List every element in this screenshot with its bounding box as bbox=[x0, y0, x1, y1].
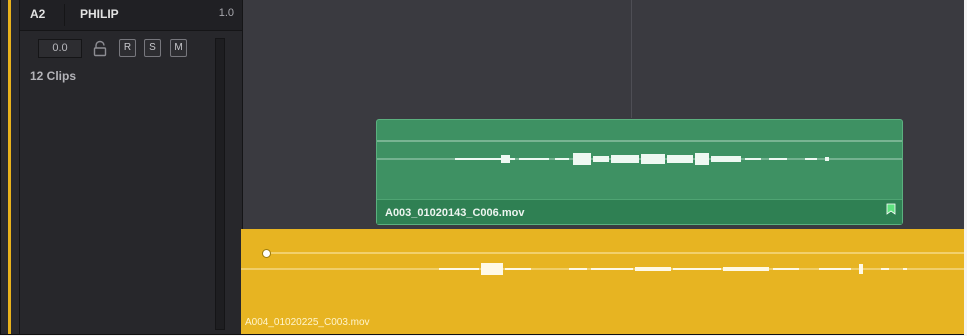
waveform bbox=[377, 140, 902, 165]
clip-count: 12 Clips bbox=[30, 69, 77, 83]
clip-name: A004_01020225_C003.mov bbox=[245, 317, 370, 328]
track-header-title-bar: A2 PHILIP 1.0 bbox=[20, 0, 242, 31]
timeline-window: A2 PHILIP 1.0 0.0 R S M 12 Clips A003_01… bbox=[0, 0, 964, 335]
channel-format: 1.0 bbox=[218, 7, 234, 19]
track-name[interactable]: PHILIP bbox=[80, 7, 119, 21]
record-arm-button[interactable]: R bbox=[119, 39, 136, 57]
playhead-line[interactable] bbox=[631, 0, 632, 118]
audio-meter bbox=[215, 38, 225, 330]
clip-name-bar: A003_01020143_C006.mov bbox=[377, 199, 902, 224]
waveform bbox=[241, 252, 964, 275]
audio-clip-lower[interactable]: A004_01020225_C003.mov bbox=[241, 229, 964, 334]
track-volume-field[interactable]: 0.0 bbox=[38, 39, 82, 58]
mute-button[interactable]: M bbox=[170, 39, 187, 57]
divider bbox=[64, 4, 65, 26]
clip-name: A003_01020143_C006.mov bbox=[385, 207, 525, 219]
track-selection-indicator bbox=[8, 0, 11, 334]
solo-button[interactable]: S bbox=[144, 39, 161, 57]
lock-icon[interactable] bbox=[92, 40, 108, 57]
flag-icon[interactable] bbox=[886, 203, 896, 215]
track-id[interactable]: A2 bbox=[30, 7, 45, 21]
track-header-a2[interactable]: A2 PHILIP 1.0 0.0 R S M 12 Clips bbox=[19, 0, 243, 334]
keyframe-dot[interactable] bbox=[262, 249, 271, 258]
audio-clip-upper[interactable]: A003_01020143_C006.mov bbox=[376, 119, 903, 225]
